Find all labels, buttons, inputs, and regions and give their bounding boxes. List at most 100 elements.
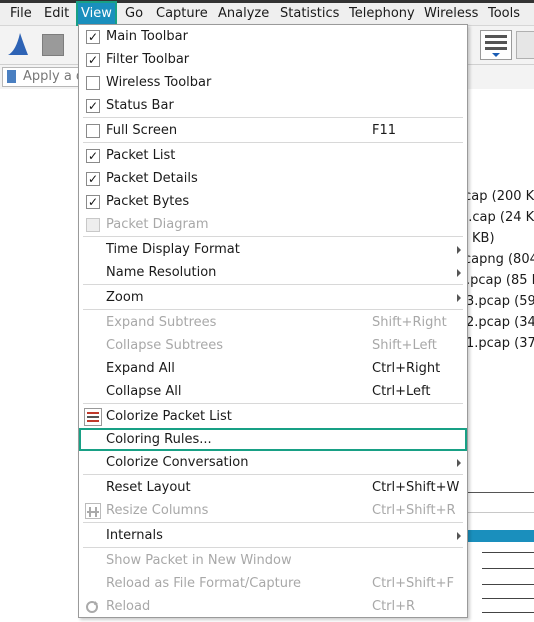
display-filter-placeholder: Apply a d: [23, 69, 85, 84]
menu-item-full-screen[interactable]: Full Screen F11: [79, 119, 467, 142]
shark-fin-icon[interactable]: [6, 31, 30, 57]
menu-item-label: Reload as File Format/Capture: [106, 576, 301, 591]
view-menu: ✓ Main Toolbar ✓ Filter Toolbar Wireless…: [78, 24, 468, 618]
recent-file-item[interactable]: .pcap (85 K: [466, 273, 534, 288]
menu-tools[interactable]: Tools: [485, 3, 523, 25]
menu-item-label: Name Resolution: [106, 265, 217, 280]
menu-item-colorize-packet-list[interactable]: Colorize Packet List: [79, 405, 467, 428]
sparkline: [482, 598, 534, 599]
menu-item-label: Time Display Format: [106, 242, 240, 257]
menu-item-label: Reset Layout: [106, 480, 191, 495]
menu-item-zoom[interactable]: Zoom: [79, 286, 467, 309]
toolbar-overflow-icon[interactable]: [516, 31, 534, 59]
menu-item-name-resolution[interactable]: Name Resolution: [79, 261, 467, 284]
menu-item-label: Collapse Subtrees: [106, 338, 224, 353]
checkbox-checked[interactable]: ✓: [86, 172, 100, 186]
menu-item-label: Colorize Packet List: [106, 409, 232, 424]
menu-telephony[interactable]: Telephony: [346, 3, 418, 25]
packet-list-layout-icon[interactable]: [480, 30, 512, 60]
reload-icon: [85, 599, 99, 613]
menu-item-time-display-format[interactable]: Time Display Format: [79, 238, 467, 261]
menu-item-packet-bytes[interactable]: ✓ Packet Bytes: [79, 190, 467, 213]
menu-go[interactable]: Go: [122, 3, 146, 25]
recent-file-item[interactable]: 3.pcap (59: [466, 294, 534, 309]
colorize-icon: [84, 408, 102, 426]
menu-item-wireless-toolbar[interactable]: Wireless Toolbar: [79, 71, 467, 94]
sparkline: [482, 584, 534, 585]
menu-item-reload: Reload Ctrl+R: [79, 595, 467, 618]
menu-separator: [83, 309, 463, 310]
menubar: File Edit View Go Capture Analyze Statis…: [0, 1, 534, 27]
menu-item-show-packet-new-window: Show Packet in New Window: [79, 549, 467, 572]
menu-separator: [83, 547, 463, 548]
recent-file-item[interactable]: .cap (200 KB: [460, 189, 534, 204]
menu-view[interactable]: View: [76, 1, 117, 27]
menu-item-coloring-rules[interactable]: Coloring Rules...: [79, 428, 467, 451]
menu-item-shortcut: F11: [372, 123, 397, 138]
submenu-arrow-icon: [457, 246, 461, 254]
menu-item-filter-toolbar[interactable]: ✓ Filter Toolbar: [79, 48, 467, 71]
recent-file-item[interactable]: 2.cap (24 KB: [460, 210, 534, 225]
menu-item-status-bar[interactable]: ✓ Status Bar: [79, 94, 467, 117]
menu-item-label: Full Screen: [106, 123, 178, 138]
menu-edit[interactable]: Edit: [41, 3, 72, 25]
resize-columns-icon: [85, 503, 101, 519]
menu-item-label: Expand All: [106, 361, 175, 376]
menu-item-main-toolbar[interactable]: ✓ Main Toolbar: [79, 25, 467, 48]
menu-item-label: Show Packet in New Window: [106, 553, 292, 568]
menu-item-shortcut: Ctrl+Right: [372, 361, 441, 376]
menu-item-label: Coloring Rules...: [106, 432, 212, 447]
menu-wireless[interactable]: Wireless: [421, 3, 481, 25]
recent-file-item[interactable]: 1.pcap (37: [466, 336, 534, 351]
menu-separator: [83, 474, 463, 475]
menu-item-packet-list[interactable]: ✓ Packet List: [79, 144, 467, 167]
submenu-arrow-icon: [457, 294, 461, 302]
menu-statistics[interactable]: Statistics: [277, 3, 342, 25]
menu-item-collapse-all[interactable]: Collapse All Ctrl+Left: [79, 380, 467, 403]
checkbox-checked[interactable]: ✓: [86, 30, 100, 44]
recent-file-item[interactable]: 2.pcap (34: [466, 315, 534, 330]
menu-item-expand-all[interactable]: Expand All Ctrl+Right: [79, 357, 467, 380]
selected-interface-row[interactable]: [468, 530, 534, 542]
menu-capture[interactable]: Capture: [153, 3, 211, 25]
submenu-arrow-icon: [457, 269, 461, 277]
menu-separator: [83, 117, 463, 118]
menu-item-packet-details[interactable]: ✓ Packet Details: [79, 167, 467, 190]
menu-item-label: Collapse All: [106, 384, 182, 399]
menu-item-shortcut: Ctrl+R: [372, 599, 416, 614]
menu-item-internals[interactable]: Internals: [79, 524, 467, 547]
menu-item-expand-subtrees: Expand Subtrees Shift+Right: [79, 311, 467, 334]
menu-item-shortcut: Ctrl+Shift+R: [372, 503, 456, 518]
pane-divider: [468, 512, 534, 513]
bookmark-icon[interactable]: [7, 70, 16, 83]
checkbox-checked[interactable]: ✓: [86, 149, 100, 163]
menu-item-label: Internals: [106, 528, 163, 543]
checkbox-unchecked[interactable]: [86, 76, 100, 90]
stop-capture-icon[interactable]: [42, 34, 64, 56]
menu-analyze[interactable]: Analyze: [215, 3, 272, 25]
recent-file-item[interactable]: capng (804: [464, 252, 534, 267]
sparkline: [482, 568, 534, 569]
menu-item-label: Resize Columns: [106, 503, 209, 518]
menu-separator: [83, 522, 463, 523]
checkbox-checked[interactable]: ✓: [86, 195, 100, 209]
checkbox-unchecked[interactable]: [86, 124, 100, 138]
checkbox-checked[interactable]: ✓: [86, 99, 100, 113]
menu-item-label: Reload: [106, 599, 151, 614]
menu-item-label: Packet Details: [106, 171, 198, 186]
menu-separator: [83, 284, 463, 285]
recent-file-item[interactable]: KB): [472, 231, 495, 246]
menu-file[interactable]: File: [7, 3, 35, 25]
checkbox-disabled: [86, 218, 100, 232]
menu-item-colorize-conversation[interactable]: Colorize Conversation: [79, 451, 467, 474]
menu-separator: [83, 236, 463, 237]
checkbox-checked[interactable]: ✓: [86, 53, 100, 67]
menu-item-label: Status Bar: [106, 98, 174, 113]
menu-item-reload-as-file-format: Reload as File Format/Capture Ctrl+Shift…: [79, 572, 467, 595]
menu-item-shortcut: Ctrl+Left: [372, 384, 431, 399]
menu-item-label: Main Toolbar: [106, 29, 188, 44]
menu-item-collapse-subtrees: Collapse Subtrees Shift+Left: [79, 334, 467, 357]
menu-item-reset-layout[interactable]: Reset Layout Ctrl+Shift+W: [79, 476, 467, 499]
pane-divider: [468, 492, 534, 493]
menu-item-shortcut: Ctrl+Shift+F: [372, 576, 454, 591]
